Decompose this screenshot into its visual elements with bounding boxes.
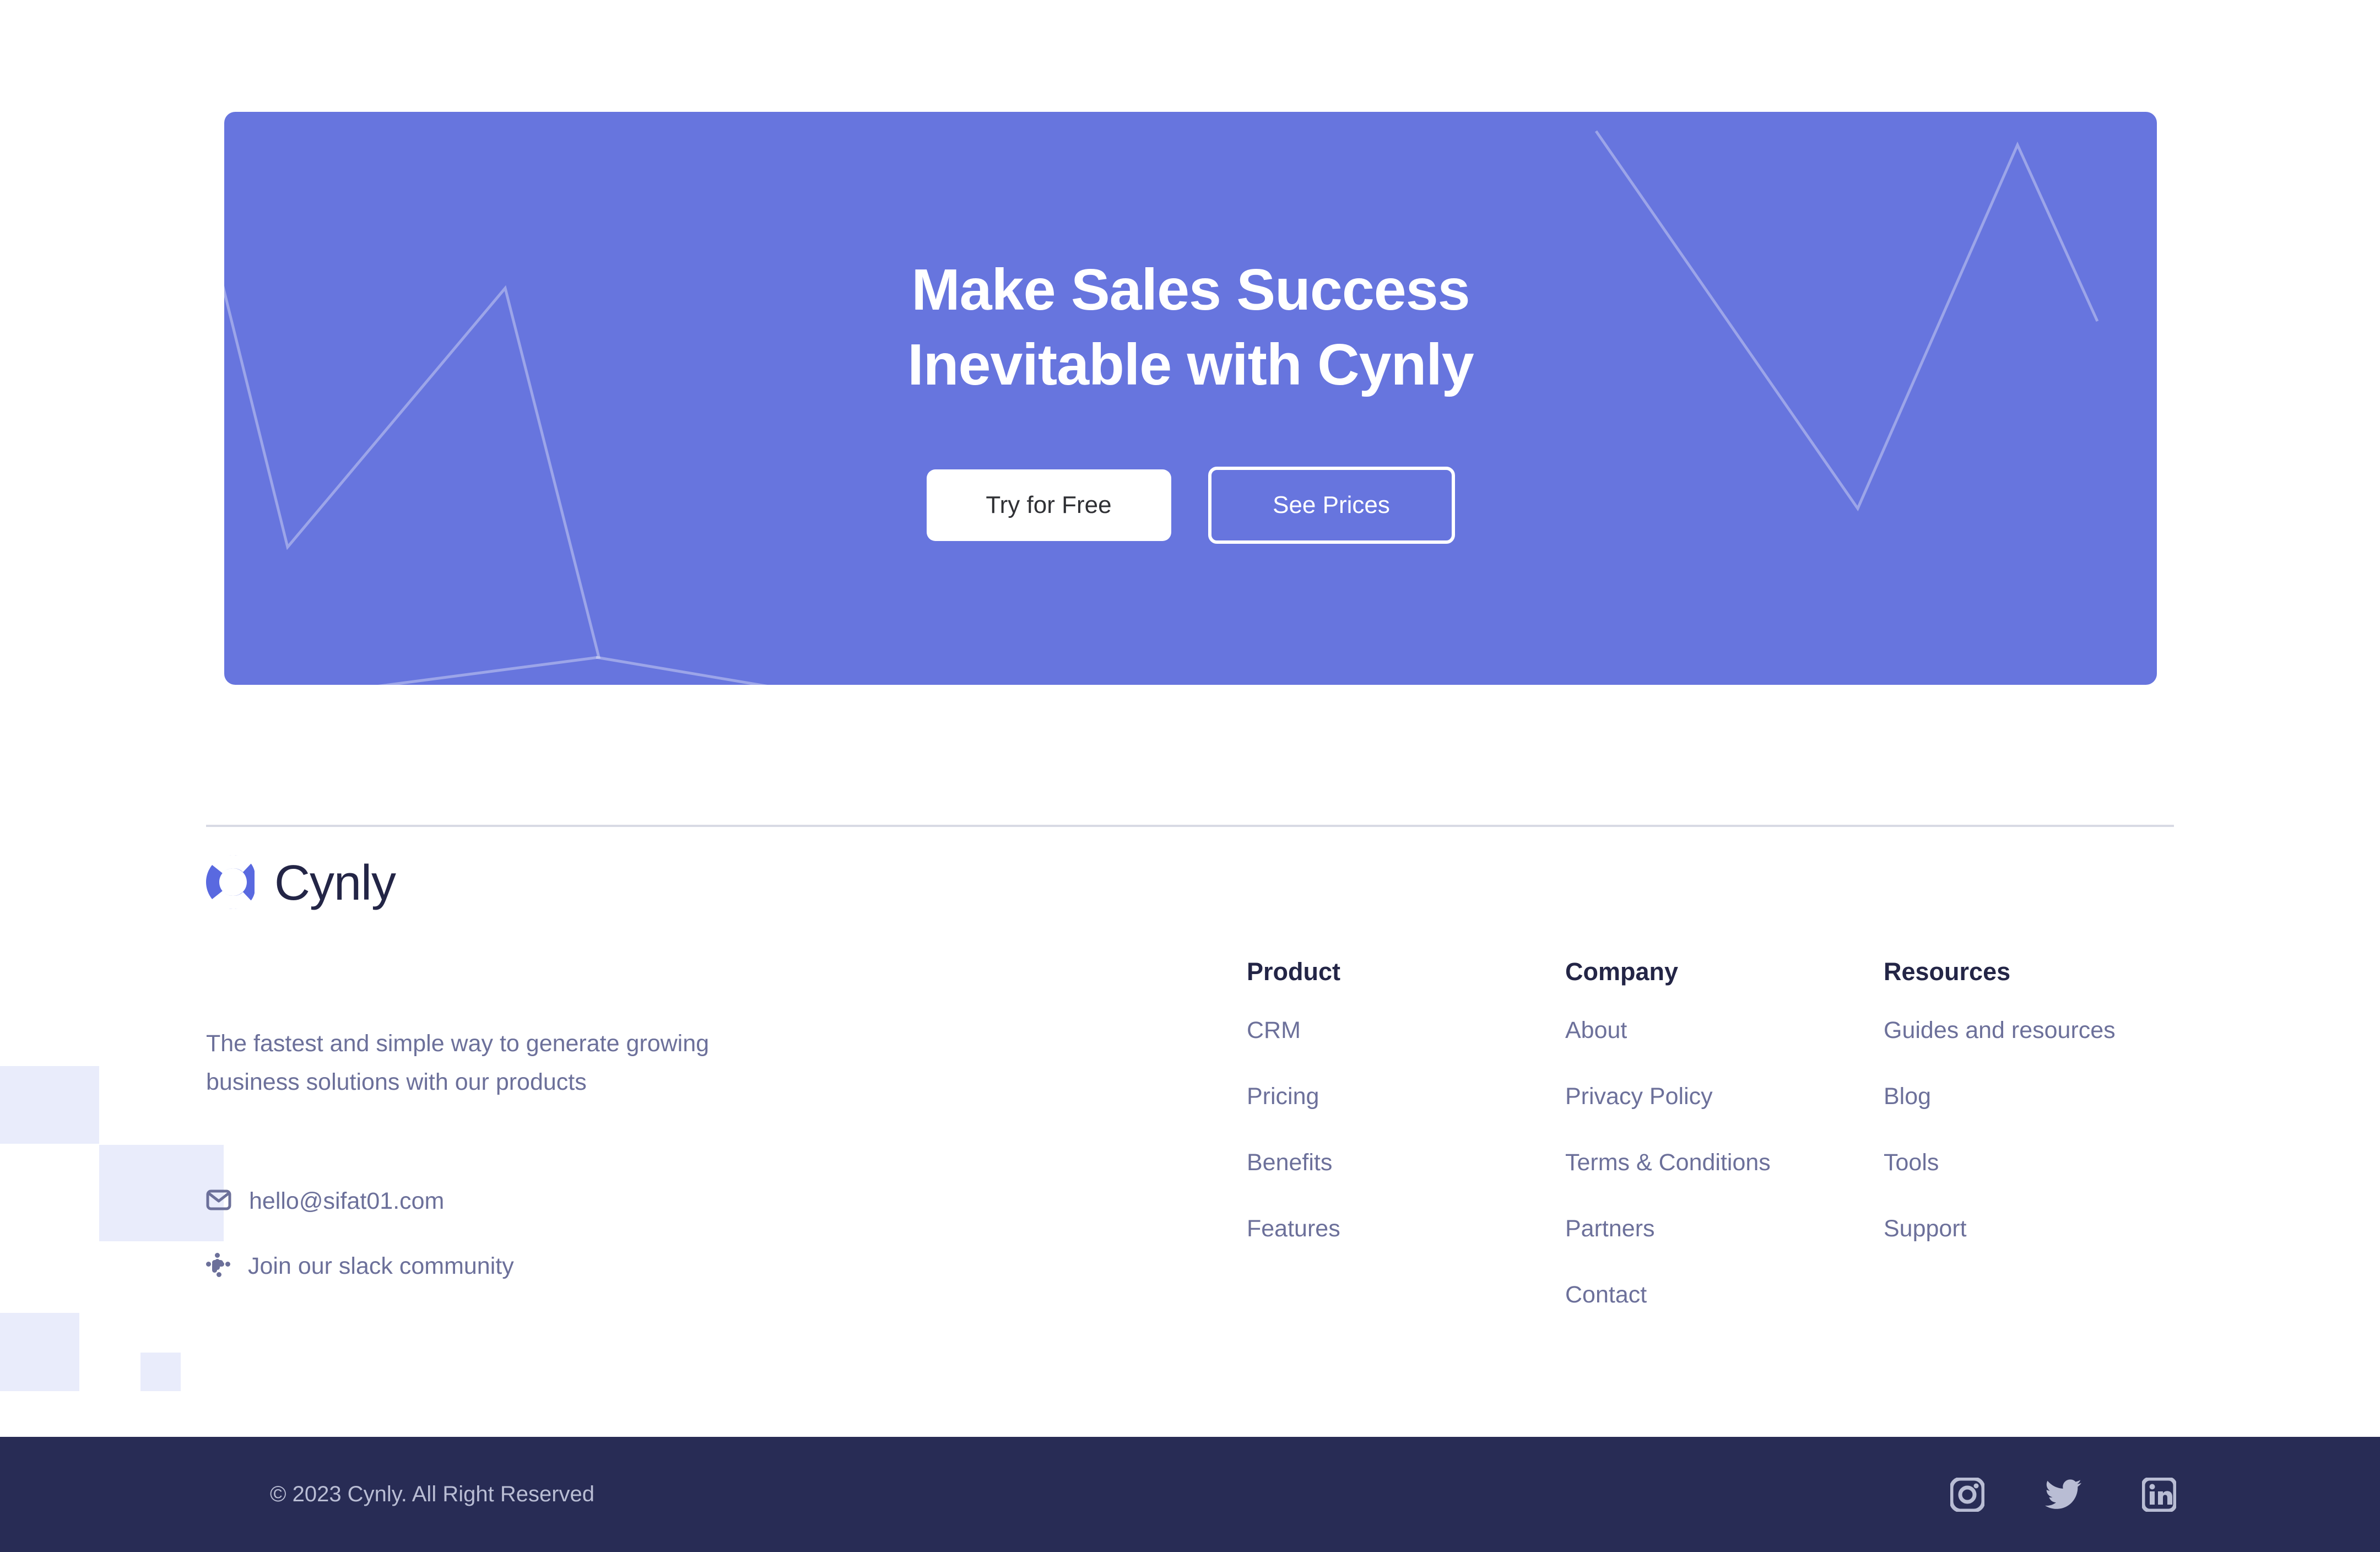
hero-content: Make Sales Success Inevitable with Cynly… (224, 112, 2157, 685)
copyright-text: © 2023 Cynly. All Right Reserved (270, 1482, 595, 1506)
hero-title-line-2: Inevitable with Cynly (907, 332, 1474, 397)
instagram-icon[interactable] (1949, 1477, 1986, 1512)
footer-link-benefits[interactable]: Benefits (1247, 1149, 1332, 1176)
contact-email-label: hello@sifat01.com (249, 1187, 445, 1214)
footer-link-tools[interactable]: Tools (1884, 1149, 1939, 1176)
hero-title-line-1: Make Sales Success (911, 257, 1470, 323)
footer-link-blog[interactable]: Blog (1884, 1083, 1931, 1110)
footer-bottom-bar: © 2023 Cynly. All Right Reserved (0, 1437, 2380, 1552)
page-title: Make Sales Success Inevitable with Cynly (907, 253, 1474, 402)
footer-column-title: Product (1247, 958, 1341, 986)
page-root: Make Sales Success Inevitable with Cynly… (0, 0, 2380, 1552)
footer-column-resources: Resources Guides and resources Blog Tool… (1884, 958, 2203, 1348)
footer-column-company: Company About Privacy Policy Terms & Con… (1565, 958, 1884, 1348)
footer-brand[interactable]: Cynly (206, 855, 396, 912)
footer-link-contact[interactable]: Contact (1565, 1281, 1647, 1308)
social-links (1949, 1477, 2177, 1512)
footer-link-columns: Product CRM Pricing Benefits Features Co… (1247, 958, 2203, 1348)
footer-link-features[interactable]: Features (1247, 1215, 1340, 1242)
contact-slack[interactable]: Join our slack community (206, 1250, 514, 1283)
site-footer: Cynly The fastest and simple way to gene… (0, 848, 2380, 1437)
footer-divider (206, 825, 2174, 827)
footer-link-partners[interactable]: Partners (1565, 1215, 1655, 1242)
footer-link-privacy-policy[interactable]: Privacy Policy (1565, 1083, 1713, 1110)
contact-slack-label: Join our slack community (248, 1252, 514, 1279)
hero-banner: Make Sales Success Inevitable with Cynly… (224, 112, 2157, 685)
footer-column-title: Resources (1884, 958, 2011, 986)
footer-description: The fastest and simple way to generate g… (206, 1030, 710, 1095)
slack-icon (206, 1252, 230, 1280)
see-prices-button[interactable]: See Prices (1208, 466, 1455, 544)
try-for-free-button[interactable]: Try for Free (926, 469, 1171, 541)
footer-link-crm[interactable]: CRM (1247, 1017, 1301, 1044)
brand-name: Cynly (274, 856, 396, 911)
contact-email[interactable]: hello@sifat01.com (206, 1185, 514, 1218)
footer-link-about[interactable]: About (1565, 1017, 1627, 1044)
footer-column-product: Product CRM Pricing Benefits Features (1247, 958, 1565, 1348)
twitter-icon[interactable] (2045, 1479, 2081, 1510)
envelope-icon (206, 1189, 231, 1213)
footer-column-title: Company (1565, 958, 1679, 986)
footer-link-guides-and-resources[interactable]: Guides and resources (1884, 1017, 2116, 1044)
footer-link-support[interactable]: Support (1884, 1215, 1967, 1242)
hero-cta-group: Try for Free See Prices (926, 466, 1455, 544)
footer-link-terms-conditions[interactable]: Terms & Conditions (1565, 1149, 1771, 1176)
linkedin-icon[interactable] (2141, 1477, 2177, 1512)
footer-link-pricing[interactable]: Pricing (1247, 1083, 1319, 1110)
footer-contact-list: hello@sifat01.com Join our slack communi… (206, 1185, 514, 1315)
cynly-c-logo-icon (206, 855, 255, 912)
